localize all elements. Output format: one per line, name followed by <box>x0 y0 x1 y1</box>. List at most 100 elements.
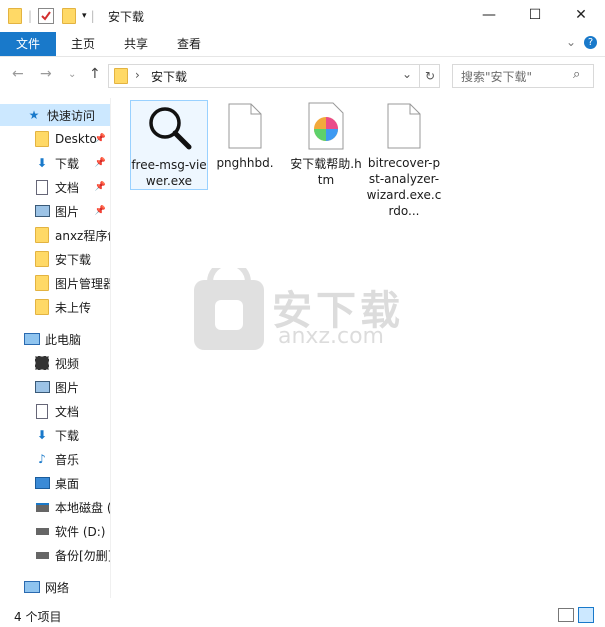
up-button[interactable]: ↑ <box>89 66 101 82</box>
tab-file[interactable]: 文件 <box>0 32 56 56</box>
divider: | <box>28 9 33 23</box>
magnifier-icon <box>149 107 192 150</box>
address-bar[interactable]: › 安下载 ⌄ ↻ <box>108 64 440 88</box>
sidebar-item-videos[interactable]: 视频 <box>0 352 110 374</box>
sidebar-item-drive-d[interactable]: 软件 (D:) <box>0 520 110 542</box>
file-item[interactable]: free-msg-viewer.exe <box>130 100 208 190</box>
sidebar-item-label: 备份[勿删] <box>55 548 110 563</box>
document-icon <box>34 403 50 419</box>
sidebar-item-label: 下载 <box>55 428 80 443</box>
sidebar-item-not-uploaded[interactable]: 未上传 <box>0 296 110 318</box>
search-input[interactable]: 搜索"安下载" ⌕ <box>452 64 594 88</box>
properties-icon[interactable] <box>38 8 55 24</box>
large-icons-view-icon[interactable] <box>578 607 594 623</box>
file-item[interactable]: pnghhbd. <box>207 100 283 171</box>
sidebar-item-label: 下载 <box>55 156 80 171</box>
title-bar: | ▾ | 安下载 — ☐ ✕ <box>0 0 605 32</box>
sidebar-item-label: 桌面 <box>55 476 80 491</box>
folder-icon <box>35 131 49 147</box>
picture-icon <box>34 380 50 394</box>
sidebar-item-pictures[interactable]: 图片 📌 <box>0 200 110 222</box>
watermark-domain: anxz.com <box>278 324 384 349</box>
computer-icon <box>24 332 40 346</box>
sidebar-item-label: 文档 <box>55 404 80 419</box>
watermark: 安下载 anxz.com <box>192 260 422 361</box>
folder-icon <box>8 8 22 24</box>
file-name: pnghhbd. <box>216 156 274 170</box>
sidebar-item-anxiazai[interactable]: 安下载 <box>0 248 110 270</box>
file-item[interactable]: 安下载帮助.htm <box>288 100 364 188</box>
file-name: bitrecover-pst-analyzer-wizard.exe.crdo.… <box>366 156 442 218</box>
file-name: free-msg-viewer.exe <box>131 158 207 188</box>
sidebar-item-documents[interactable]: 文档 📌 <box>0 176 110 198</box>
search-icon: ⌕ <box>573 67 581 82</box>
sidebar-item-quick-access[interactable]: ★ 快速访问 <box>0 104 110 126</box>
customize-toolbar-icon[interactable]: ▾ <box>82 11 87 21</box>
blank-file-icon <box>387 103 421 149</box>
sidebar-item-backup[interactable]: 备份[勿删] <box>0 544 110 566</box>
navigation-pane: ★ 快速访问 Deskto 📌 ⬇ 下载 📌 文档 📌 图片 📌 anxz程序创… <box>0 98 110 598</box>
ribbon-expand-icon[interactable]: ⌄ <box>566 35 576 49</box>
windows-drive-icon <box>34 500 50 514</box>
sidebar-item-label: 安下载 <box>55 252 92 267</box>
sidebar-item-music[interactable]: ♪ 音乐 <box>0 448 110 470</box>
sidebar-item-label: Deskto <box>55 132 97 146</box>
sidebar-item-network[interactable]: 网络 <box>0 576 110 598</box>
sidebar-item-local-disk[interactable]: 本地磁盘 ( <box>0 496 110 518</box>
details-view-icon[interactable] <box>558 608 574 622</box>
recent-locations-button[interactable]: ⌄ <box>68 69 76 80</box>
breadcrumb-separator: › <box>135 68 140 82</box>
tab-view[interactable]: 查看 <box>166 32 212 56</box>
video-icon <box>34 356 50 370</box>
sidebar-item-desktop[interactable]: Deskto 📌 <box>0 128 110 150</box>
sidebar-item-desktop-pc[interactable]: 桌面 <box>0 472 110 494</box>
refresh-button[interactable]: ↻ <box>419 65 440 87</box>
sidebar-item-this-pc[interactable]: 此电脑 <box>0 328 110 350</box>
sidebar-item-downloads[interactable]: ⬇ 下载 📌 <box>0 152 110 174</box>
pin-icon: 📌 <box>94 206 106 216</box>
sidebar-item-label: 此电脑 <box>45 332 82 347</box>
quick-access-toolbar: | ▾ | <box>8 6 99 26</box>
drive-icon <box>34 524 50 538</box>
status-bar: 4 个项目 <box>0 604 605 627</box>
sidebar-item-label: 图片 <box>55 380 80 395</box>
network-icon <box>24 580 40 594</box>
pin-icon: 📌 <box>94 134 106 144</box>
sidebar-item-pc-documents[interactable]: 文档 <box>0 400 110 422</box>
sidebar-item-label: anxz程序创 <box>55 228 110 243</box>
file-item[interactable]: bitrecover-pst-analyzer-wizard.exe.crdo.… <box>366 100 442 219</box>
breadcrumb[interactable]: 安下载 <box>151 68 187 85</box>
navigation-bar: ← → ⌄ ↑ › 安下载 ⌄ ↻ 搜索"安下载" ⌕ <box>0 60 605 90</box>
sidebar-item-label: 音乐 <box>55 452 80 467</box>
sidebar-item-pc-pictures[interactable]: 图片 <box>0 376 110 398</box>
download-arrow-icon: ⬇ <box>36 156 48 170</box>
sidebar-item-label: 视频 <box>55 356 80 371</box>
search-placeholder: 搜索"安下载" <box>461 70 533 84</box>
pane-divider <box>110 98 111 598</box>
sidebar-item-anxz[interactable]: anxz程序创 <box>0 224 110 246</box>
color-wheel-icon <box>308 102 344 150</box>
sidebar-item-pc-downloads[interactable]: ⬇ 下载 <box>0 424 110 446</box>
star-icon: ★ <box>28 108 40 122</box>
blank-file-icon <box>228 103 262 149</box>
folder-icon <box>35 251 49 267</box>
help-icon[interactable]: ? <box>584 36 597 49</box>
document-icon <box>34 179 50 195</box>
sidebar-item-label: 本地磁盘 ( <box>55 500 110 515</box>
forward-button[interactable]: → <box>40 66 52 82</box>
tab-share[interactable]: 共享 <box>113 32 159 56</box>
maximize-button[interactable]: ☐ <box>512 0 558 30</box>
sidebar-item-picture-manager[interactable]: 图片管理器 <box>0 272 110 294</box>
close-button[interactable]: ✕ <box>558 0 604 30</box>
sidebar-item-label: 图片 <box>55 204 80 219</box>
music-note-icon: ♪ <box>38 452 46 466</box>
drive-icon <box>34 548 50 562</box>
tab-home[interactable]: 主页 <box>60 32 106 56</box>
ribbon-tabs: 文件 主页 共享 查看 ⌄ ? <box>0 32 605 57</box>
minimize-button[interactable]: — <box>466 0 512 30</box>
back-button[interactable]: ← <box>12 66 24 82</box>
new-folder-icon[interactable] <box>62 8 77 24</box>
sidebar-item-label: 图片管理器 <box>55 276 110 291</box>
sidebar-item-label: 未上传 <box>55 300 92 315</box>
address-dropdown-icon[interactable]: ⌄ <box>402 67 412 81</box>
